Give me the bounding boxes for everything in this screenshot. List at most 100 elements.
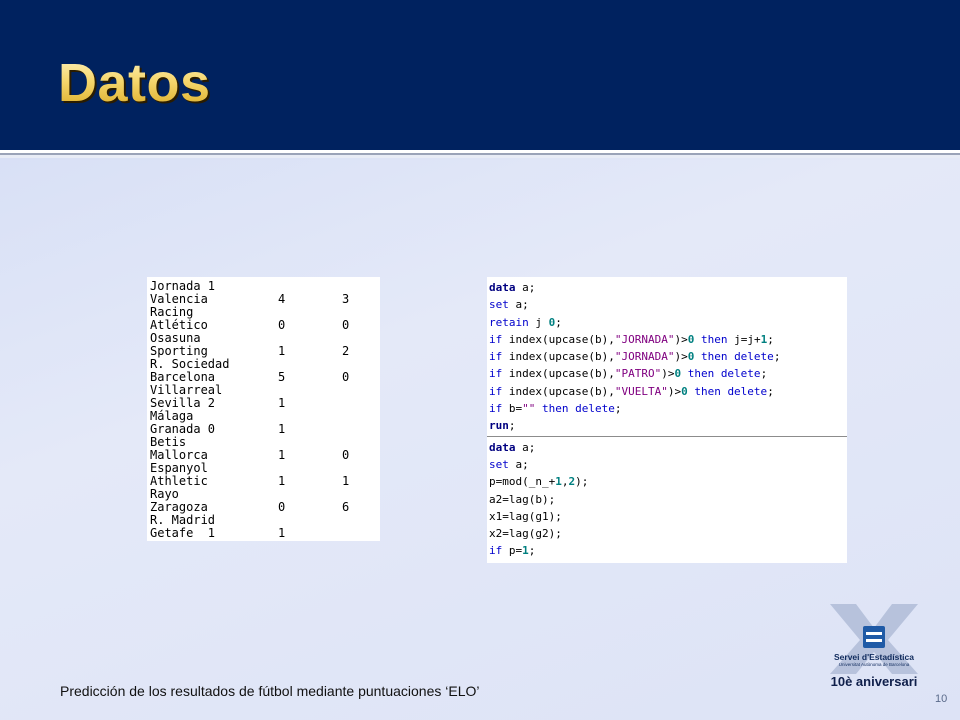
code-line: data a; bbox=[487, 279, 847, 296]
code-token: )> bbox=[674, 332, 688, 346]
code-token: if bbox=[489, 384, 503, 398]
code-token: "VUELTA" bbox=[614, 384, 668, 398]
code-line: if index(upcase(b),"VUELTA")>0 then dele… bbox=[487, 383, 847, 400]
data-cell-g1: 1 bbox=[278, 422, 286, 436]
data-cell-g1: 1 bbox=[278, 396, 286, 410]
slide-title: Datos bbox=[58, 53, 211, 113]
code-token: run bbox=[489, 562, 509, 563]
code-token: ; bbox=[760, 367, 768, 381]
code-line: p=mod(_n_+1,2); bbox=[487, 473, 847, 490]
data-cell-g2: 1 bbox=[342, 474, 350, 488]
data-cell-g2: 0 bbox=[342, 318, 350, 332]
code-line: set a; bbox=[487, 296, 847, 313]
code-token: j bbox=[528, 315, 549, 329]
code-token: if bbox=[489, 332, 503, 346]
code-token: ; bbox=[528, 544, 536, 558]
code-token: a; bbox=[515, 440, 536, 454]
servei-estadistica-logo: Servei d'Estadística Universitat Autònom… bbox=[826, 604, 922, 696]
code-line: set a; bbox=[487, 456, 847, 473]
code-token: then delete bbox=[535, 402, 615, 416]
code-line: if b="" then delete; bbox=[487, 400, 847, 417]
data-cell-g1: 1 bbox=[278, 344, 286, 358]
code-token: )> bbox=[667, 384, 682, 398]
code-token: x2=lag(g2); bbox=[489, 527, 562, 541]
code-token: 1 bbox=[555, 475, 562, 489]
logo-name: Servei d'Estadística bbox=[834, 652, 914, 662]
sas-code-panel: data a; set a; retain j 0; if index(upcase(… bbox=[487, 277, 847, 563]
data-cell-g1: 4 bbox=[278, 292, 286, 306]
data-cell-g2: 0 bbox=[342, 448, 350, 462]
code-token: ; bbox=[773, 350, 781, 364]
data-cell-g2: 6 bbox=[342, 500, 350, 514]
page-number: 10 bbox=[935, 693, 948, 705]
code-token: data bbox=[489, 440, 516, 454]
code-token: a2=lag(b); bbox=[489, 492, 556, 506]
code-block-data-step-2: data a; set a; p=mod(_n_+1,2); a2=lag(b); x1… bbox=[487, 435, 847, 563]
data-cell-g2: 0 bbox=[342, 370, 350, 384]
code-line: retain j 0; bbox=[487, 314, 847, 331]
code-token: "JORNADA" bbox=[614, 350, 675, 364]
logo-subtitle: Universitat Autònoma de Barcelona bbox=[838, 662, 910, 667]
code-token: a; bbox=[515, 281, 536, 294]
code-token: if bbox=[489, 544, 503, 558]
code-token: set bbox=[489, 298, 509, 312]
code-token: "JORNADA" bbox=[614, 332, 675, 346]
code-token: index(upcase(b), bbox=[502, 332, 615, 346]
data-cell-g1: 0 bbox=[278, 318, 286, 332]
code-token: ; bbox=[508, 419, 516, 433]
code-line: data a; bbox=[487, 439, 847, 456]
slide-footer: Predicción de los resultados de fútbol m… bbox=[60, 683, 480, 699]
code-token: retain bbox=[489, 315, 529, 329]
data-cell-g1: 1 bbox=[278, 526, 286, 540]
code-token: index(upcase(b), bbox=[502, 367, 615, 381]
code-token: set bbox=[489, 457, 509, 471]
code-line: x1=lag(g1); bbox=[487, 508, 847, 525]
code-token: )> bbox=[661, 367, 675, 381]
data-cell-team: Getafe 1 bbox=[150, 526, 216, 540]
code-token: p= bbox=[502, 544, 523, 558]
code-token: then delete bbox=[687, 384, 768, 398]
code-block-data-step-1: data a; set a; retain j 0; if index(upcase(… bbox=[487, 277, 847, 435]
code-token: ; bbox=[555, 315, 562, 329]
code-token: b= bbox=[502, 402, 523, 416]
data-cell-g1: 1 bbox=[278, 474, 286, 488]
code-token: ; bbox=[614, 402, 622, 416]
code-line: run; bbox=[487, 417, 847, 434]
code-token: ; bbox=[767, 332, 774, 346]
code-token: x1=lag(g1); bbox=[489, 509, 562, 523]
code-token: if bbox=[489, 402, 503, 416]
code-token: p=mod(_n_+ bbox=[489, 475, 556, 489]
data-cell-g1: 1 bbox=[278, 448, 286, 462]
code-token: data bbox=[489, 281, 516, 294]
code-token: "PATRO" bbox=[614, 367, 662, 381]
code-token: then bbox=[694, 332, 728, 346]
data-cell-g2: 3 bbox=[342, 292, 350, 306]
code-token: )> bbox=[674, 350, 688, 364]
data-row: Athletic 1 1 bbox=[147, 475, 380, 488]
code-token: a; bbox=[508, 457, 529, 471]
code-line: a2=lag(b); bbox=[487, 491, 847, 508]
code-token: index(upcase(b), bbox=[502, 384, 615, 398]
code-token: j=j+ bbox=[727, 332, 761, 346]
code-token: ; bbox=[509, 562, 516, 563]
code-line: run; bbox=[487, 560, 847, 563]
code-line: if index(upcase(b),"PATRO")>0 then delet… bbox=[487, 365, 847, 382]
code-line: if index(upcase(b),"JORNADA")>0 then j=j… bbox=[487, 331, 847, 348]
code-token: 0 bbox=[681, 384, 688, 398]
code-token: run bbox=[489, 419, 509, 433]
data-row: Getafe 1 1 bbox=[147, 527, 380, 540]
code-line: if p=1; bbox=[487, 542, 847, 559]
code-token: a; bbox=[508, 298, 529, 312]
code-token: if bbox=[489, 350, 503, 364]
code-token: "" bbox=[522, 402, 536, 416]
code-line: if index(upcase(b),"JORNADA")>0 then del… bbox=[487, 348, 847, 365]
data-cell-g1: 0 bbox=[278, 500, 286, 514]
code-token: then delete bbox=[694, 350, 774, 364]
data-cell-g2: 2 bbox=[342, 344, 350, 358]
code-token: 1 bbox=[522, 544, 529, 558]
code-token: if bbox=[489, 367, 503, 381]
code-token: then delete bbox=[681, 367, 761, 381]
data-cell-g1: 5 bbox=[278, 370, 286, 384]
header-divider bbox=[0, 150, 960, 158]
data-table-panel: Jornada 1 Valencia 4 3 Racing Atlético 0 0 Osasu… bbox=[147, 277, 380, 541]
